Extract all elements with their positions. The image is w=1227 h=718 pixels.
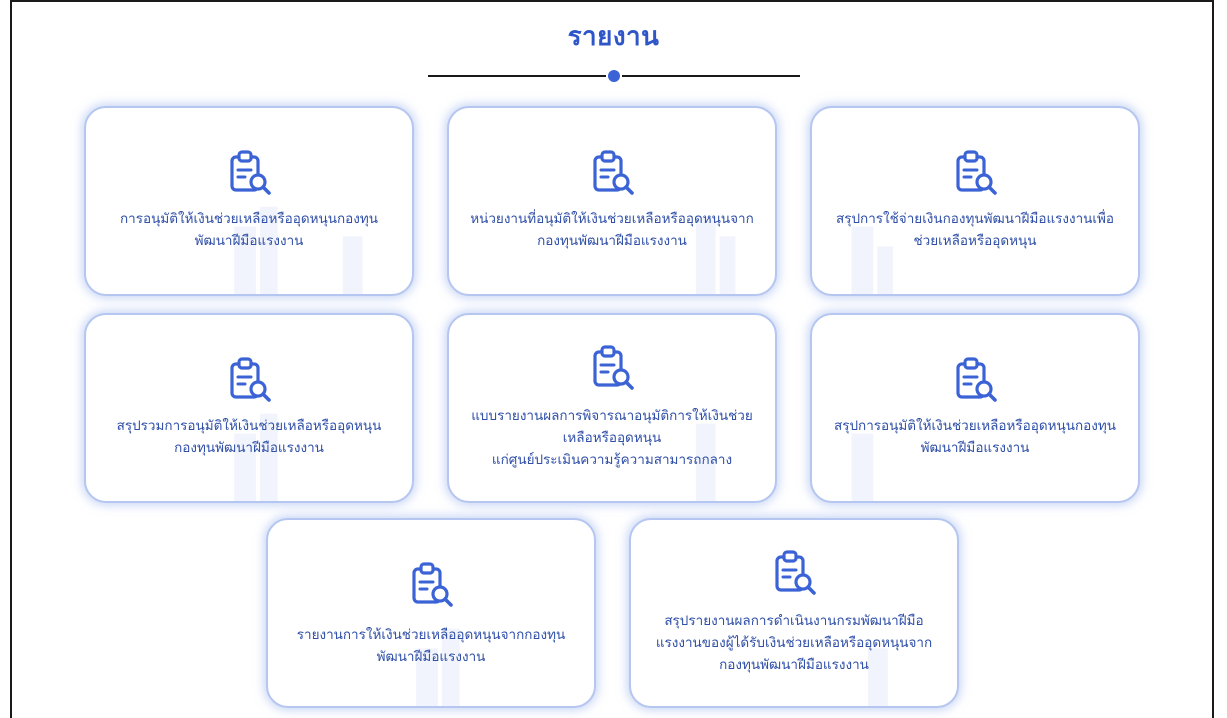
report-card-label: สรุปรายงานผลการดำเนินงานกรมพัฒนาฝีมือ แร…: [655, 613, 933, 673]
clipboard-search-icon: [593, 150, 634, 195]
clipboard-search-icon: [593, 345, 634, 390]
report-card-8[interactable]: สรุปรายงานผลการดำเนินงานกรมพัฒนาฝีมือ แร…: [629, 518, 959, 708]
clipboard-search-icon: [956, 150, 997, 195]
card-background-decoration: [416, 628, 460, 706]
card-background-decoration: [234, 206, 363, 294]
card-background-decoration: [851, 433, 874, 501]
title-divider: [428, 70, 800, 82]
divider-dot: [608, 70, 620, 82]
clipboard-search-icon: [412, 562, 453, 607]
page-title: รายงาน: [567, 22, 660, 52]
card-background-decoration: [851, 226, 893, 294]
clipboard-search-icon: [230, 150, 271, 195]
report-card-2[interactable]: หน่วยงานที่อนุมัติให้เงินช่วยเหลือหรืออุ…: [447, 106, 777, 296]
card-background-decoration: [234, 413, 278, 501]
divider-line-right: [622, 75, 800, 77]
report-card-label: รายงานการให้เงินช่วยเหลืออุดหนุนจากกองทุ…: [296, 627, 566, 665]
clipboard-search-icon: [230, 357, 271, 402]
divider-line-left: [428, 75, 606, 77]
report-card-4[interactable]: สรุปรวมการอนุมัติให้เงินช่วยเหลือหรืออุด…: [84, 313, 414, 503]
report-card-6[interactable]: สรุปการอนุมัติให้เงินช่วยเหลือหรืออุดหนุ…: [810, 313, 1140, 503]
report-card-label: หน่วยงานที่อนุมัติให้เงินช่วยเหลือหรืออุ…: [470, 211, 754, 249]
clipboard-search-icon: [775, 550, 816, 595]
report-card-7[interactable]: รายงานการให้เงินช่วยเหลืออุดหนุนจากกองทุ…: [266, 518, 596, 708]
report-card-label: แบบรายงานผลการพิจารณาอนุมัติการให้เงินช่…: [471, 408, 753, 468]
report-card-label: สรุปรวมการอนุมัติให้เงินช่วยเหลือหรืออุด…: [116, 418, 382, 456]
report-card-1[interactable]: การอนุมัติให้เงินช่วยเหลือหรืออุดหนุนกอง…: [84, 106, 414, 296]
report-card-label: สรุปการใช้จ่ายเงินกองทุนพัฒนาฝีมือแรงงาน…: [835, 211, 1115, 249]
card-background-decoration: [695, 216, 736, 294]
clipboard-search-icon: [956, 357, 997, 402]
report-card-3[interactable]: สรุปการใช้จ่ายเงินกองทุนพัฒนาฝีมือแรงงาน…: [810, 106, 1140, 296]
report-card-label: สรุปการอนุมัติให้เงินช่วยเหลือหรืออุดหนุ…: [833, 418, 1117, 456]
report-card-5[interactable]: แบบรายงานผลการพิจารณาอนุมัติการให้เงินช่…: [447, 313, 777, 503]
report-card-label: การอนุมัติให้เงินช่วยเหลือหรืออุดหนุนกอง…: [120, 211, 378, 249]
